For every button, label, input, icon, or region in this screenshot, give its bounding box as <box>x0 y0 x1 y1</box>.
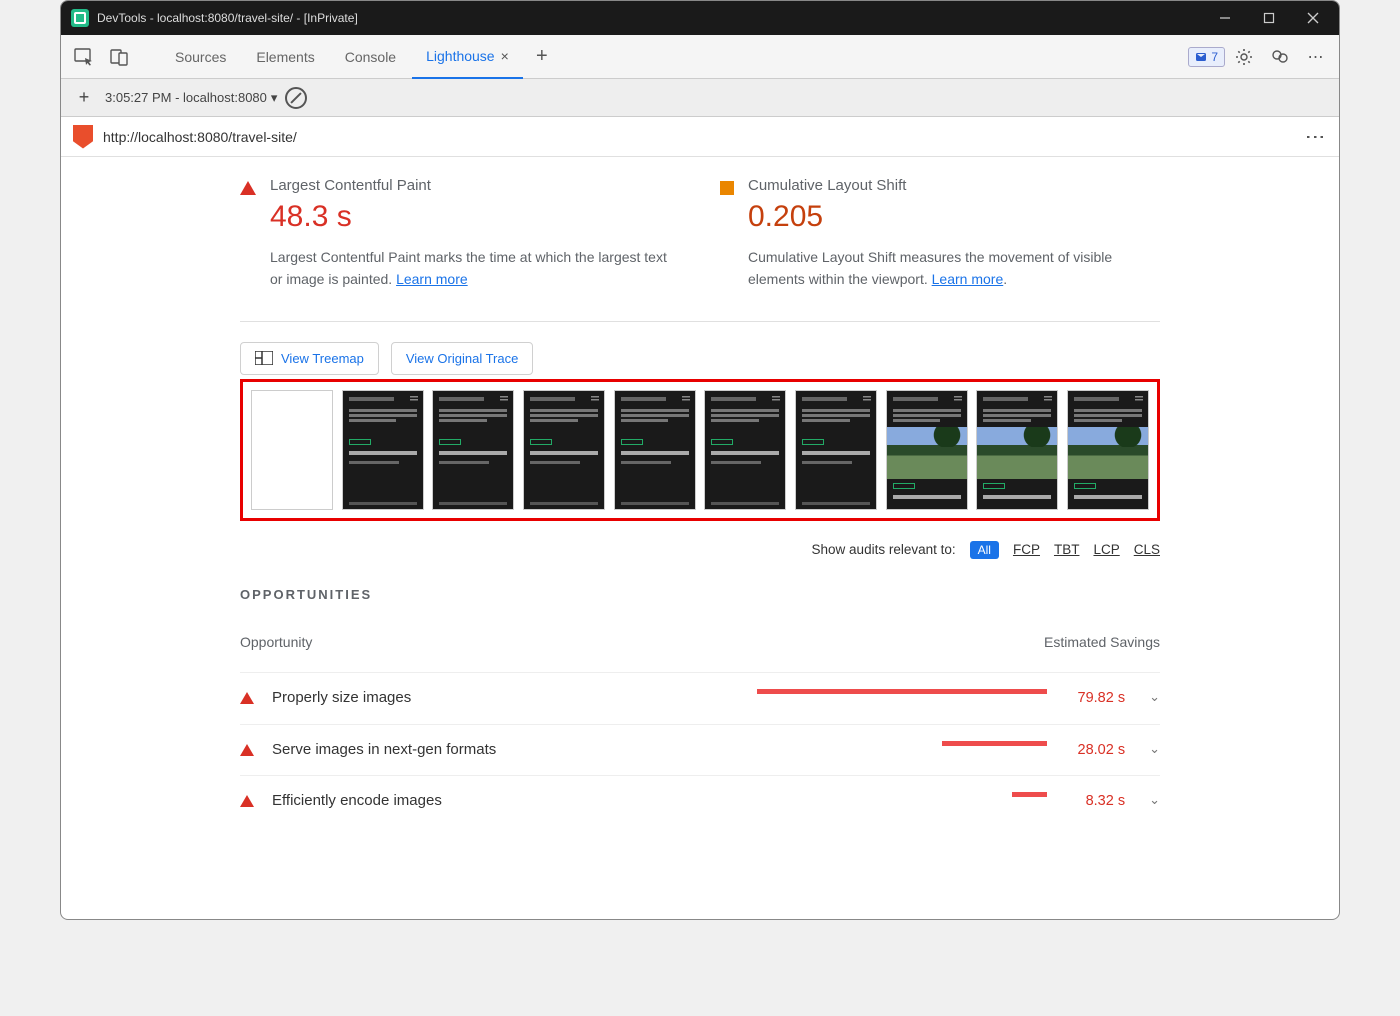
titlebar: DevTools - localhost:8080/travel-site/ -… <box>61 1 1339 35</box>
feedback-icon[interactable] <box>1263 40 1297 74</box>
tab-lighthouse[interactable]: Lighthouse × <box>412 35 523 79</box>
filmstrip-frame[interactable] <box>342 390 424 510</box>
issues-badge[interactable]: 7 <box>1188 47 1225 67</box>
filmstrip-frame[interactable] <box>1067 390 1149 510</box>
metric-description: Largest Contentful Paint marks the time … <box>270 246 680 291</box>
fail-triangle-icon <box>240 744 254 756</box>
filter-label: Show audits relevant to: <box>812 542 956 557</box>
lighthouse-icon <box>73 125 93 149</box>
window-title: DevTools - localhost:8080/travel-site/ -… <box>97 11 358 25</box>
treemap-icon <box>255 351 273 365</box>
new-run-button[interactable]: + <box>71 87 97 108</box>
metric-cls: Cumulative Layout Shift 0.205 Cumulative… <box>720 177 1160 291</box>
lighthouse-run-bar: + 3:05:27 PM - localhost:8080 ▾ <box>61 79 1339 117</box>
savings-bar <box>757 689 1047 694</box>
lighthouse-urlbar: http://localhost:8080/travel-site/ ⋮ <box>61 117 1339 157</box>
filmstrip-frame[interactable] <box>614 390 696 510</box>
filmstrip <box>240 379 1160 521</box>
filter-tbt[interactable]: TBT <box>1054 542 1080 557</box>
metric-value: 48.3 s <box>270 200 680 234</box>
filmstrip-frame[interactable] <box>976 390 1058 510</box>
average-square-icon <box>720 181 734 195</box>
fail-triangle-icon <box>240 692 254 704</box>
opportunity-row[interactable]: Serve images in next-gen formats 28.02 s… <box>240 724 1160 776</box>
opportunities-columns: Opportunity Estimated Savings <box>240 634 1160 650</box>
run-selector[interactable]: 3:05:27 PM - localhost:8080 ▾ <box>105 90 277 106</box>
tab-console[interactable]: Console <box>331 35 410 79</box>
report-content[interactable]: Largest Contentful Paint 48.3 s Largest … <box>61 157 1339 919</box>
metric-value: 0.205 <box>748 200 1160 234</box>
device-toggle-icon[interactable] <box>103 40 137 74</box>
opportunity-row[interactable]: Properly size images 79.82 s ⌄ <box>240 672 1160 724</box>
tab-sources[interactable]: Sources <box>161 35 240 79</box>
savings-bar <box>942 741 1047 746</box>
learn-more-link[interactable]: Learn more <box>932 271 1004 287</box>
settings-gear-icon[interactable] <box>1227 40 1261 74</box>
opportunities-heading: OPPORTUNITIES <box>240 587 1160 602</box>
window-minimize-button[interactable] <box>1203 1 1247 35</box>
tab-elements[interactable]: Elements <box>242 35 328 79</box>
audit-filter-row: Show audits relevant to: All FCP TBT LCP… <box>240 521 1160 587</box>
report-menu-button[interactable]: ⋮ <box>1303 127 1327 147</box>
inspect-element-icon[interactable] <box>67 40 101 74</box>
opportunity-row[interactable]: Efficiently encode images 8.32 s ⌄ <box>240 775 1160 827</box>
dropdown-caret-icon: ▾ <box>271 90 278 106</box>
savings-bar <box>1012 792 1047 797</box>
window-close-button[interactable] <box>1291 1 1335 35</box>
filmstrip-frame[interactable] <box>795 390 877 510</box>
window-maximize-button[interactable] <box>1247 1 1291 35</box>
filmstrip-frame[interactable] <box>432 390 514 510</box>
close-tab-icon[interactable]: × <box>501 48 509 64</box>
add-tab-button[interactable]: + <box>525 40 559 74</box>
view-trace-button[interactable]: View Original Trace <box>391 342 533 375</box>
metric-title: Largest Contentful Paint <box>270 177 680 194</box>
metric-description: Cumulative Layout Shift measures the mov… <box>748 246 1160 291</box>
filter-cls[interactable]: CLS <box>1134 542 1160 557</box>
more-menu-icon[interactable]: ⋯ <box>1299 40 1333 74</box>
filter-lcp[interactable]: LCP <box>1093 542 1119 557</box>
filter-fcp[interactable]: FCP <box>1013 542 1040 557</box>
filter-all[interactable]: All <box>970 541 999 559</box>
filmstrip-frame[interactable] <box>886 390 968 510</box>
devtools-app-icon <box>71 9 89 27</box>
metric-lcp: Largest Contentful Paint 48.3 s Largest … <box>240 177 680 291</box>
learn-more-link[interactable]: Learn more <box>396 271 468 287</box>
fail-triangle-icon <box>240 181 256 195</box>
view-treemap-button[interactable]: View Treemap <box>240 342 379 375</box>
clear-run-button[interactable] <box>285 87 307 109</box>
metrics-row: Largest Contentful Paint 48.3 s Largest … <box>240 177 1160 322</box>
filmstrip-frame[interactable] <box>251 390 333 510</box>
main-tabstrip: Sources Elements Console Lighthouse × + … <box>61 35 1339 79</box>
chevron-down-icon[interactable]: ⌄ <box>1149 741 1160 757</box>
chevron-down-icon[interactable]: ⌄ <box>1149 792 1160 808</box>
filmstrip-frame[interactable] <box>704 390 786 510</box>
filmstrip-frame[interactable] <box>523 390 605 510</box>
devtools-window: DevTools - localhost:8080/travel-site/ -… <box>60 0 1340 920</box>
audited-url: http://localhost:8080/travel-site/ <box>103 129 1293 145</box>
fail-triangle-icon <box>240 795 254 807</box>
chevron-down-icon[interactable]: ⌄ <box>1149 689 1160 705</box>
metric-title: Cumulative Layout Shift <box>748 177 1160 194</box>
